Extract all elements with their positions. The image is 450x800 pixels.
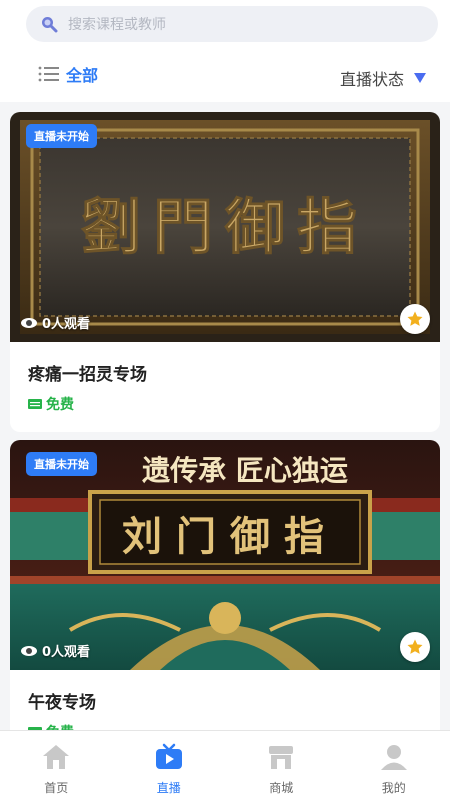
home-icon [40,741,72,773]
ticket-icon [28,399,42,409]
live-status-dropdown[interactable]: 直播状态 [340,66,426,90]
dropdown-arrow-icon [414,73,426,83]
viewer-count-text: 0人观看 [42,645,91,660]
price-text: 免费 [46,722,74,730]
live-thumbnail: 劉門御指 直播未开始 0人观看 [10,112,440,342]
tv-icon [153,741,185,773]
banner-text: 遗传承 匠心独运 [142,454,348,487]
tab-live-label: 直播 [156,781,181,795]
top-bar: 搜索课程或教师 全部 直播状态 [0,0,450,102]
live-title: 疼痛一招灵专场 [28,365,147,385]
favorite-button[interactable] [400,632,430,662]
bottom-tab-bar: 首页 直播 商城 我的 [0,730,450,800]
tab-home-label: 首页 [44,781,69,795]
list-icon [38,66,59,82]
star-icon [407,311,423,326]
eye-icon [21,317,37,328]
price-text: 免费 [46,397,74,413]
tab-live[interactable]: 直播 [113,731,226,800]
favorite-button[interactable] [400,304,430,334]
gate-plaque-text: 刘门御指 [122,513,338,560]
live-list[interactable]: 劉門御指 直播未开始 0人观看 疼痛一招灵专场 免费 遗传承 匠心独运 刘门御指… [0,102,450,730]
viewer-count: 0人观看 [20,641,90,660]
live-title: 午夜专场 [28,693,96,713]
search-placeholder: 搜索课程或教师 [68,17,166,33]
plaque-text: 劉門御指 [81,193,369,263]
store-icon [265,741,297,773]
live-card[interactable]: 遗传承 匠心独运 刘门御指 直播未开始 0人观看 午夜专场 [10,440,440,730]
search-bar[interactable]: 搜索课程或教师 [26,6,438,42]
tab-profile-label: 我的 [381,781,406,795]
filter-row: 全部 直播状态 [0,56,450,92]
viewer-count: 0人观看 [20,313,90,332]
all-filter-button[interactable]: 全部 [38,62,98,86]
viewer-count-text: 0人观看 [42,317,91,332]
price-tag: 免费 [28,394,74,414]
tab-profile[interactable]: 我的 [338,731,450,800]
tab-store-label: 商城 [269,781,294,795]
live-thumbnail: 遗传承 匠心独运 刘门御指 直播未开始 0人观看 [10,440,440,670]
tab-store[interactable]: 商城 [225,731,338,800]
live-status-label: 直播状态 [339,70,404,89]
all-filter-label: 全部 [66,66,99,85]
live-card[interactable]: 劉門御指 直播未开始 0人观看 疼痛一招灵专场 免费 [10,112,440,432]
live-status-badge: 直播未开始 [26,124,97,148]
eye-icon [21,645,37,656]
star-icon [407,639,423,654]
user-icon [378,741,410,773]
price-tag: 免费 [28,722,74,730]
live-status-badge: 直播未开始 [26,452,97,476]
search-icon [38,13,60,35]
tab-home[interactable]: 首页 [0,731,113,800]
